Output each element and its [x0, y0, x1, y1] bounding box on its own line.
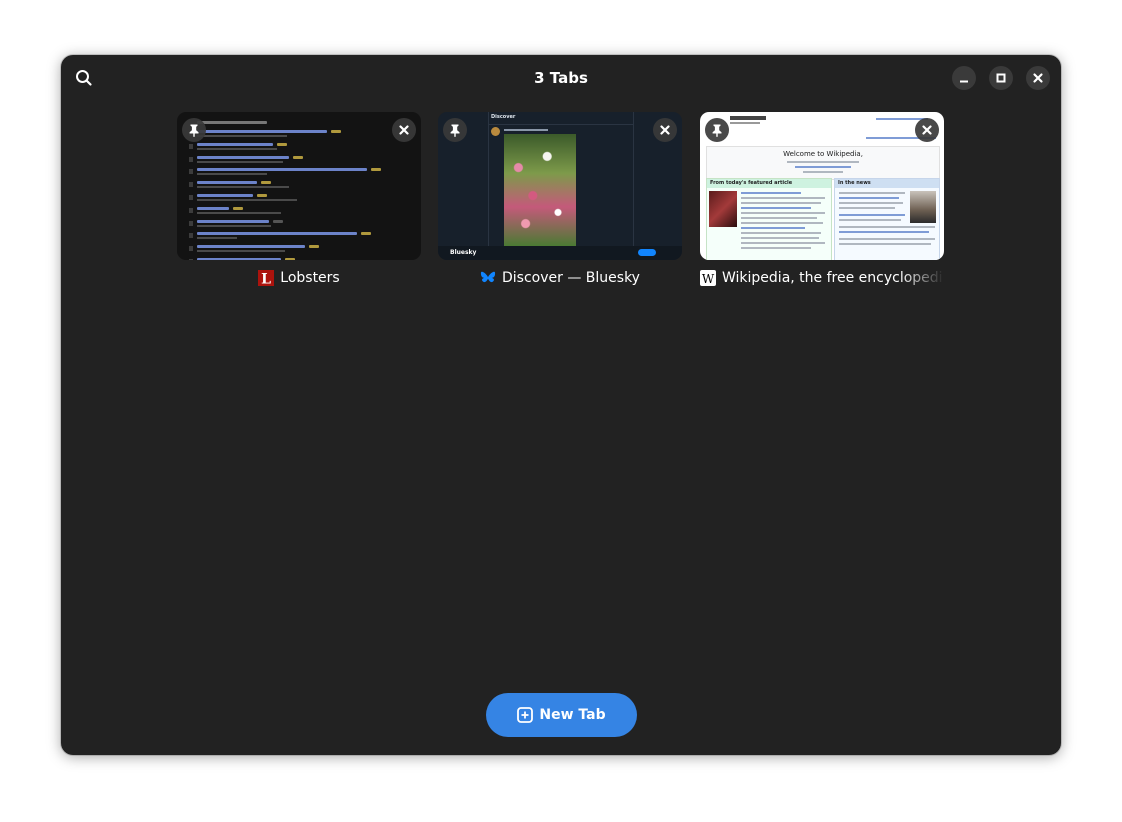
- wikipedia-w-icon: W: [700, 270, 716, 286]
- minimize-icon: [960, 80, 968, 83]
- bluesky-butterfly-icon: [480, 270, 496, 286]
- post-image: [504, 134, 576, 246]
- add-tab-icon: [517, 707, 534, 723]
- tab-card-bluesky[interactable]: Discover Bluesky Discover — Bluesky: [438, 112, 682, 286]
- page-preview-nav: Discover: [488, 112, 633, 125]
- close-tab-button[interactable]: [915, 118, 939, 142]
- search-icon: [76, 70, 92, 86]
- close-window-button[interactable]: [1026, 66, 1050, 90]
- close-icon: [399, 125, 409, 135]
- tab-overview-window: 3 Tabs L Lobsters Discover Bluesky Disco…: [61, 55, 1061, 755]
- tab-title: Discover — Bluesky: [438, 268, 682, 288]
- tab-title: W Wikipedia, the free encyclopedia: [700, 268, 944, 288]
- tab-title: L Lobsters: [177, 268, 421, 288]
- page-preview-footer: Bluesky: [438, 246, 682, 260]
- in-the-news-box: In the news: [834, 178, 940, 260]
- search-button[interactable]: [71, 65, 97, 91]
- pin-tab-button[interactable]: [182, 118, 206, 142]
- page-preview: [189, 120, 413, 260]
- tab-card-lobsters[interactable]: L Lobsters: [177, 112, 421, 288]
- close-icon: [922, 125, 932, 135]
- tab-thumbnail[interactable]: Welcome to Wikipedia, From today's featu…: [700, 112, 944, 260]
- tab-thumbnail[interactable]: [177, 112, 421, 260]
- window-title: 3 Tabs: [534, 69, 588, 87]
- pin-icon: [189, 124, 199, 137]
- close-tab-button[interactable]: [392, 118, 416, 142]
- lobsters-logo-icon: L: [258, 270, 275, 288]
- close-tab-button[interactable]: [653, 118, 677, 142]
- tab-card-wikipedia[interactable]: Welcome to Wikipedia, From today's featu…: [700, 112, 944, 286]
- tab-title-text: Wikipedia, the free encyclopedia: [722, 270, 944, 286]
- new-tab-button[interactable]: New Tab: [486, 693, 637, 737]
- svg-text:L: L: [261, 272, 271, 287]
- close-icon: [1033, 73, 1043, 83]
- welcome-banner: Welcome to Wikipedia,: [706, 146, 940, 180]
- maximize-icon: [996, 73, 1006, 83]
- header-bar: 3 Tabs: [61, 55, 1061, 101]
- maximize-button[interactable]: [989, 66, 1013, 90]
- tab-thumbnail[interactable]: Discover Bluesky: [438, 112, 682, 260]
- pin-icon: [450, 124, 460, 137]
- new-tab-label: New Tab: [539, 707, 606, 723]
- pin-icon: [712, 124, 722, 137]
- tab-title-text: Lobsters: [280, 270, 340, 286]
- minimize-button[interactable]: [952, 66, 976, 90]
- pin-tab-button[interactable]: [705, 118, 729, 142]
- close-icon: [660, 125, 670, 135]
- tab-title-text: Discover — Bluesky: [502, 270, 640, 286]
- featured-article-box: From today's featured article: [706, 178, 832, 260]
- pin-tab-button[interactable]: [443, 118, 467, 142]
- svg-text:W: W: [702, 272, 715, 286]
